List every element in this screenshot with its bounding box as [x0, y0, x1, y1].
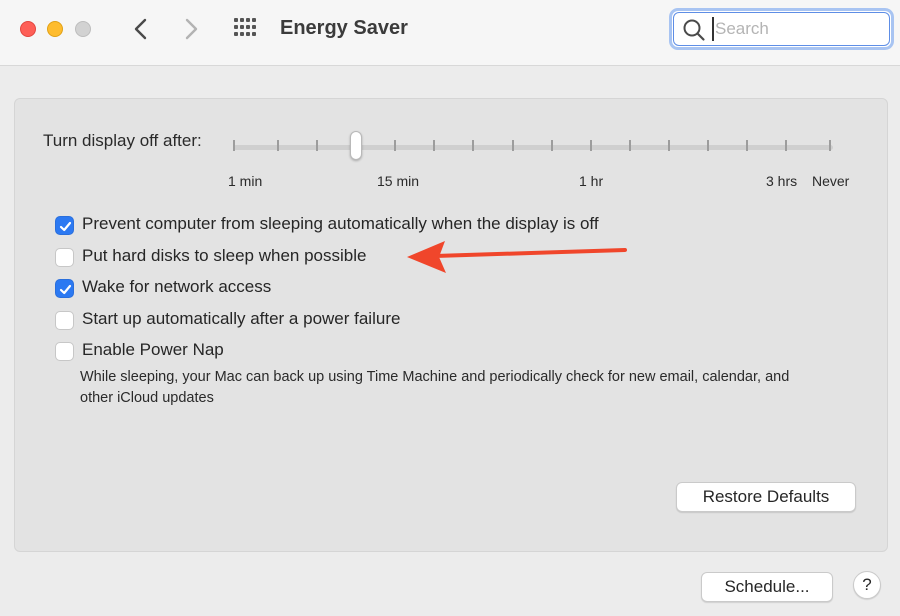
display-off-slider-thumb[interactable]	[350, 131, 362, 160]
energy-saver-window: Energy Saver Turn display off after:	[0, 0, 900, 616]
settings-panel: Turn display off after: 1 min 15 min 1 h…	[14, 98, 888, 552]
tick-label-1-hr: 1 hr	[579, 173, 604, 189]
display-off-label: Turn display off after:	[43, 131, 202, 150]
back-button[interactable]	[126, 14, 156, 44]
wake-network-label[interactable]: Wake for network access	[82, 277, 271, 297]
slider-tick	[590, 140, 592, 151]
minimize-window-button[interactable]	[47, 21, 63, 37]
prevent-sleep-label[interactable]: Prevent computer from sleeping automatic…	[82, 214, 599, 234]
chevron-right-icon	[185, 18, 198, 40]
annotation-arrow-icon	[407, 241, 627, 273]
power-nap-description: While sleeping, your Mac can back up usi…	[80, 369, 790, 406]
slider-tick	[707, 140, 709, 151]
auto-startup-checkbox[interactable]	[55, 311, 74, 330]
checkmark-icon	[59, 284, 72, 295]
checkmark-icon	[59, 221, 72, 232]
show-all-button[interactable]	[232, 16, 260, 42]
grid-icon	[234, 18, 256, 36]
power-nap-label[interactable]: Enable Power Nap	[82, 340, 224, 360]
tick-label-15-min: 15 min	[377, 173, 420, 189]
window-title: Energy Saver	[280, 17, 408, 39]
slider-tick	[629, 140, 631, 151]
hard-disk-sleep-label[interactable]: Put hard disks to sleep when possible	[82, 246, 366, 266]
chevron-left-icon	[134, 18, 147, 40]
forward-button[interactable]	[176, 14, 206, 44]
prevent-sleep-checkbox[interactable]	[55, 216, 74, 235]
slider-tick	[551, 140, 553, 151]
tick-label-1-min: 1 min	[228, 173, 263, 189]
hard-disk-sleep-checkbox[interactable]	[55, 248, 74, 267]
slider-tick	[746, 140, 748, 151]
search-field[interactable]	[669, 8, 894, 50]
slider-tick	[233, 140, 235, 151]
restore-defaults-button[interactable]: Restore Defaults	[676, 482, 856, 512]
slider-tick	[668, 140, 670, 151]
slider-tick	[316, 140, 318, 151]
slider-tick	[394, 140, 396, 151]
help-button[interactable]: ?	[853, 571, 881, 599]
slider-tick	[829, 140, 831, 151]
title-bar: Energy Saver	[0, 0, 900, 66]
search-icon	[683, 19, 705, 41]
power-nap-checkbox[interactable]	[55, 342, 74, 361]
tick-label-3-hrs: 3 hrs	[766, 173, 798, 189]
slider-tick	[472, 140, 474, 151]
slider-tick	[512, 140, 514, 151]
zoom-window-button[interactable]	[75, 21, 91, 37]
slider-tick	[785, 140, 787, 151]
schedule-button[interactable]: Schedule...	[701, 572, 833, 602]
close-window-button[interactable]	[20, 21, 36, 37]
display-off-slider-track[interactable]	[233, 145, 833, 150]
auto-startup-label[interactable]: Start up automatically after a power fai…	[82, 309, 400, 329]
tick-label-never: Never	[812, 173, 850, 189]
wake-network-checkbox[interactable]	[55, 279, 74, 298]
slider-tick	[433, 140, 435, 151]
search-input[interactable]	[712, 17, 882, 41]
slider-tick	[277, 140, 279, 151]
